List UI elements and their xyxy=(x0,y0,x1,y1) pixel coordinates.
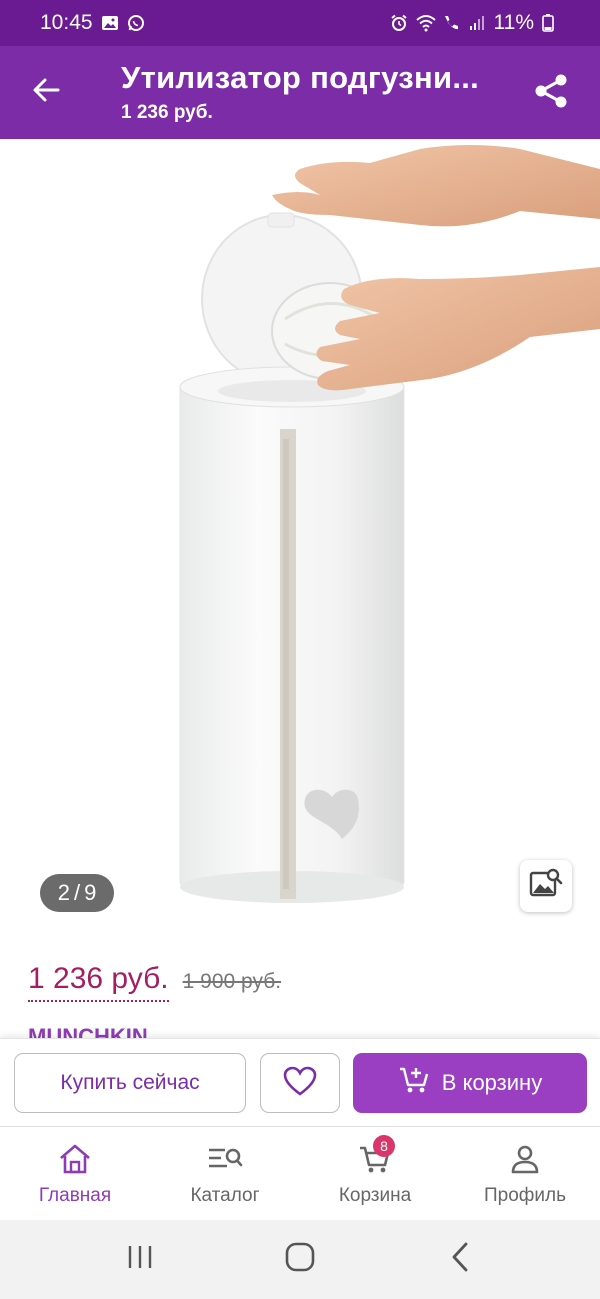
nav-profile[interactable]: Профиль xyxy=(450,1127,600,1220)
alarm-icon xyxy=(390,14,408,32)
gallery-counter: 2 / 9 xyxy=(40,874,114,912)
image-search-icon xyxy=(529,867,563,906)
favorite-button[interactable] xyxy=(260,1053,340,1113)
home-system-button[interactable] xyxy=(270,1230,330,1290)
gallery-icon xyxy=(101,14,119,32)
heart-icon xyxy=(283,1066,317,1101)
battery-icon xyxy=(542,14,560,32)
signal-icon xyxy=(468,14,486,32)
status-time: 10:45 xyxy=(40,11,93,34)
status-right: 11% xyxy=(390,11,560,35)
recent-apps-icon xyxy=(125,1243,155,1276)
nav-home-label: Главная xyxy=(38,1184,112,1206)
nav-cart-label: Корзина xyxy=(338,1184,412,1206)
product-image xyxy=(179,145,600,903)
call-icon xyxy=(442,14,460,32)
nav-catalog-label: Каталог xyxy=(190,1184,260,1206)
add-to-cart-label: В корзину xyxy=(441,1070,543,1095)
profile-icon xyxy=(505,1141,545,1177)
back-button[interactable] xyxy=(22,68,70,116)
image-search-button[interactable] xyxy=(520,860,572,912)
page-subtitle-price: 1 236 руб. xyxy=(121,102,213,123)
share-icon xyxy=(532,72,570,115)
system-nav-bar xyxy=(0,1220,600,1299)
bottom-nav: Главная Каталог 8 Корзина Профиль xyxy=(0,1126,600,1220)
cart-plus-icon xyxy=(398,1065,430,1101)
buy-now-button[interactable]: Купить сейчас xyxy=(14,1053,246,1113)
catalog-search-icon xyxy=(205,1141,245,1177)
cart-badge: 8 xyxy=(373,1134,395,1157)
share-button[interactable] xyxy=(528,70,574,116)
gallery-counter-current: 2 xyxy=(57,880,70,905)
home-icon xyxy=(55,1141,95,1177)
cart-icon: 8 xyxy=(355,1134,395,1177)
gallery-counter-separator: / xyxy=(73,880,81,905)
add-to-cart-button[interactable]: В корзину xyxy=(353,1053,587,1113)
product-gallery[interactable] xyxy=(0,139,600,939)
price-current: 1 236 руб. xyxy=(28,962,169,1002)
app-bar: Утилизатор подгузни... 1 236 руб. xyxy=(0,46,600,139)
recent-apps-button[interactable] xyxy=(110,1230,170,1290)
title-block: Утилизатор подгузни... 1 236 руб. xyxy=(121,60,491,124)
arrow-left-icon xyxy=(31,75,61,110)
page-title: Утилизатор подгузни... xyxy=(121,60,480,95)
nav-cart[interactable]: 8 Корзина xyxy=(300,1127,450,1220)
wifi-icon xyxy=(415,14,436,32)
nav-home[interactable]: Главная xyxy=(0,1127,150,1220)
nav-catalog[interactable]: Каталог xyxy=(150,1127,300,1220)
action-bar: Купить сейчас В корзину xyxy=(0,1038,600,1126)
status-bar: 10:45 11% xyxy=(0,0,600,46)
price-row: 1 236 руб. 1 900 руб. xyxy=(28,962,281,1002)
home-circle-icon xyxy=(284,1241,316,1278)
price-old: 1 900 руб. xyxy=(182,970,282,993)
chevron-left-icon xyxy=(448,1241,472,1278)
whatsapp-icon xyxy=(127,14,145,32)
nav-profile-label: Профиль xyxy=(483,1184,567,1206)
status-left: 10:45 xyxy=(40,11,145,35)
battery-percent: 11% xyxy=(493,11,534,34)
back-system-button[interactable] xyxy=(430,1230,490,1290)
gallery-counter-total: 9 xyxy=(84,880,97,905)
